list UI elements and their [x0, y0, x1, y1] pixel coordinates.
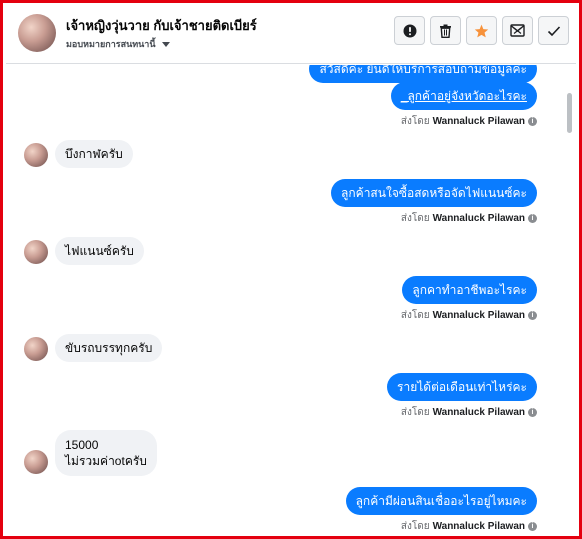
sender-name[interactable]: Wannaluck Pilawan	[433, 521, 525, 532]
contact-name[interactable]: เจ้าหญิงวุ่นวาย กับเจ้าชายติดเบียร์	[66, 15, 257, 36]
message-text: ลูกค้าสนใจซื้อสดหรือจัดไฟแนนซ์คะ	[341, 186, 527, 200]
contact-avatar-small	[24, 240, 48, 264]
message-text-line: 15000	[65, 438, 99, 452]
conversation-header: เจ้าหญิงวุ่นวาย กับเจ้าชายติดเบียร์ มอบห…	[6, 6, 576, 64]
contact-avatar-small	[24, 143, 48, 167]
info-icon[interactable]: i	[528, 522, 537, 531]
report-spam-button[interactable]	[394, 16, 425, 45]
exclamation-icon	[403, 24, 416, 37]
caret-down-icon	[161, 41, 170, 47]
contact-avatar-small	[24, 337, 48, 361]
outgoing-message: ลูกคาทำอาชีพอะไรคะ	[402, 276, 537, 304]
message-text: สวัสดีค่ะ ยินดีให้บริการสอบถามข้อมูลค่ะ	[319, 65, 527, 76]
scrollbar-thumb[interactable]	[567, 93, 572, 133]
message-text: บึงกาฬครับ	[65, 147, 123, 161]
sent-by-label: ส่งโดย	[400, 213, 430, 224]
star-icon	[474, 24, 489, 37]
incoming-message: 15000 ไม่รวมค่าotครับ	[55, 430, 157, 476]
contact-avatar-small	[24, 450, 48, 474]
message-text: _ลูกค้าอยู่จังหวัดอะไรคะ	[400, 89, 527, 103]
message-text: ไฟแนนซ์ครับ	[65, 244, 134, 258]
sent-by-label: ส่งโดย	[400, 521, 430, 532]
scrollbar[interactable]	[564, 65, 576, 533]
sender-name[interactable]: Wannaluck Pilawan	[433, 116, 525, 127]
message-text: ลูกคาทำอาชีพอะไรคะ	[412, 283, 527, 297]
outgoing-message: ลูกค้ามีผ่อนสินเชื่ออะไรอยู่ไหมคะ	[345, 487, 537, 515]
assign-conversation-dropdown[interactable]: มอบหมายการสนทนานี้	[66, 37, 170, 51]
outgoing-message: รายได้ต่อเดือนเท่าไหร่คะ	[387, 373, 537, 401]
sent-by-label: ส่งโดย	[400, 116, 430, 127]
sender-name[interactable]: Wannaluck Pilawan	[433, 213, 525, 224]
sent-by-label: ส่งโดย	[400, 310, 430, 321]
outgoing-message: สวัสดีค่ะ ยินดีให้บริการสอบถามข้อมูลค่ะ	[309, 65, 537, 83]
info-icon[interactable]: i	[528, 117, 537, 126]
incoming-message: ไฟแนนซ์ครับ	[55, 237, 144, 265]
assign-conversation-label: มอบหมายการสนทนานี้	[66, 39, 156, 49]
outgoing-message: ลูกค้าสนใจซื้อสดหรือจัดไฟแนนซ์คะ	[331, 179, 537, 207]
delete-button[interactable]	[430, 16, 461, 45]
envelope-x-icon	[510, 24, 525, 37]
info-icon[interactable]: i	[528, 311, 537, 320]
incoming-message: ขับรถบรรทุกครับ	[55, 334, 163, 362]
message-text-line: ไม่รวมค่าotครับ	[65, 454, 147, 468]
message-text: รายได้ต่อเดือนเท่าไหร่คะ	[397, 380, 527, 394]
message-text: ลูกค้ามีผ่อนสินเชื่ออะไรอยู่ไหมคะ	[355, 494, 527, 508]
check-icon	[547, 25, 560, 36]
message-list[interactable]: สวัสดีค่ะ ยินดีให้บริการสอบถามข้อมูลค่ะ …	[6, 65, 564, 533]
incoming-message: บึงกาฬครับ	[55, 140, 133, 168]
star-button[interactable]	[466, 16, 497, 45]
sent-by-line: ส่งโดย Wannaluck Pilawan i	[401, 519, 537, 533]
info-icon[interactable]: i	[528, 408, 537, 417]
mark-done-button[interactable]	[538, 16, 569, 45]
app-frame: เจ้าหญิงวุ่นวาย กับเจ้าชายติดเบียร์ มอบห…	[0, 0, 582, 539]
sent-by-label: ส่งโดย	[400, 407, 430, 418]
sent-by-line: ส่งโดย Wannaluck Pilawan i	[401, 211, 537, 226]
info-icon[interactable]: i	[528, 214, 537, 223]
outgoing-message: _ลูกค้าอยู่จังหวัดอะไรคะ	[390, 82, 537, 110]
sent-by-line: ส่งโดย Wannaluck Pilawan i	[401, 405, 537, 420]
message-text: ขับรถบรรทุกครับ	[65, 341, 153, 355]
sent-by-line: ส่งโดย Wannaluck Pilawan i	[401, 308, 537, 323]
sent-by-line: ส่งโดย Wannaluck Pilawan i	[401, 114, 537, 129]
mark-unread-button[interactable]	[502, 16, 533, 45]
trash-icon	[440, 24, 451, 38]
sender-name[interactable]: Wannaluck Pilawan	[433, 407, 525, 418]
contact-avatar[interactable]	[18, 14, 56, 52]
sender-name[interactable]: Wannaluck Pilawan	[433, 310, 525, 321]
